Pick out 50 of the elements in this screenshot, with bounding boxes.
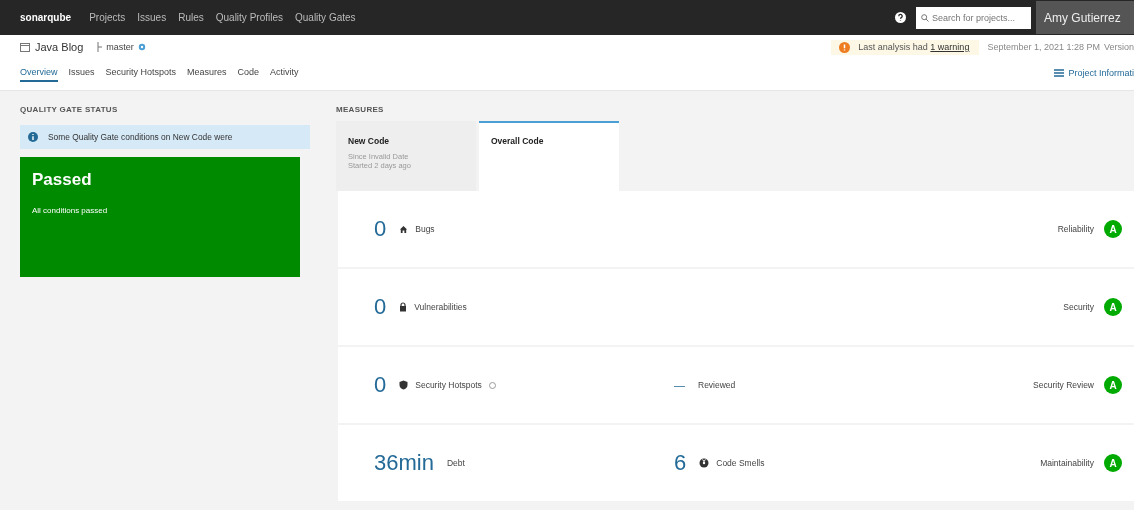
info-text: Some Quality Gate conditions on New Code were: [48, 132, 233, 142]
warning-text: Last analysis had 1 warning: [858, 42, 970, 52]
rating-label: Security: [1063, 302, 1094, 312]
lock-icon: [399, 302, 408, 312]
branch-icon: [97, 42, 104, 52]
search-field[interactable]: Search for projects...: [916, 6, 1031, 29]
section-heading: QUALITY GATE STATUS: [20, 105, 119, 116]
metric-label: Bugs: [415, 224, 435, 234]
metric-label: Security Hotspots: [415, 380, 482, 390]
metric-label: Code Smells: [716, 458, 765, 468]
section-heading: MEASURES: [336, 105, 385, 116]
nav-link[interactable]: Projects: [89, 12, 126, 23]
nav-link[interactable]: Quality Gates: [295, 12, 356, 23]
warning-icon: [839, 41, 851, 53]
metric-label: Vulnerabilities: [414, 302, 467, 312]
metric-value[interactable]: 0: [374, 372, 387, 398]
metric-value[interactable]: 0: [374, 216, 387, 242]
nav-tab[interactable]: Security Hotspots: [105, 64, 177, 82]
warning-link[interactable]: 1 warning: [930, 42, 970, 52]
nav-tab[interactable]: Overview: [20, 64, 58, 82]
nav-link[interactable]: Issues: [137, 12, 167, 23]
rating-label: Reliability: [1057, 224, 1094, 234]
metric-label: Debt: [446, 458, 465, 468]
metric-label: Reviewed: [698, 380, 736, 390]
list-icon: [1054, 69, 1065, 77]
metric-value[interactable]: 36min: [374, 450, 434, 476]
nav-tab[interactable]: Measures: [187, 64, 227, 82]
metric-value[interactable]: 0: [374, 294, 387, 320]
nav-link[interactable]: Quality Profiles: [215, 12, 283, 23]
nav-tab[interactable]: Issues: [68, 64, 95, 82]
rating-label: Maintainability: [1040, 458, 1094, 468]
gate-detail: All conditions passed: [32, 206, 108, 215]
project-name[interactable]: Java Blog: [35, 41, 84, 53]
info-icon: [28, 132, 38, 142]
rating-label: Security Review: [1033, 380, 1094, 390]
user-menu[interactable]: Amy Gutierrez: [1036, 1, 1134, 34]
nav-tab[interactable]: Code: [237, 64, 260, 82]
nav-tab[interactable]: Activity: [270, 64, 299, 82]
period-tab[interactable]: Overall Code: [479, 121, 619, 191]
logo[interactable]: sonarqube: [20, 12, 72, 23]
analysis-date: September 1, 2021 1:28 PM: [987, 42, 1100, 52]
metric-value[interactable]: 6: [674, 450, 687, 476]
version-label: Version: [1103, 42, 1134, 52]
nav-link[interactable]: Rules: [178, 12, 204, 23]
project-info-link[interactable]: Project Informati: [1054, 68, 1134, 78]
metric-value[interactable]: —: [674, 379, 685, 391]
branch-name[interactable]: master: [106, 42, 134, 52]
shield-icon: [399, 380, 409, 390]
gate-status: Passed: [32, 170, 92, 190]
folder-icon: [20, 42, 30, 52]
